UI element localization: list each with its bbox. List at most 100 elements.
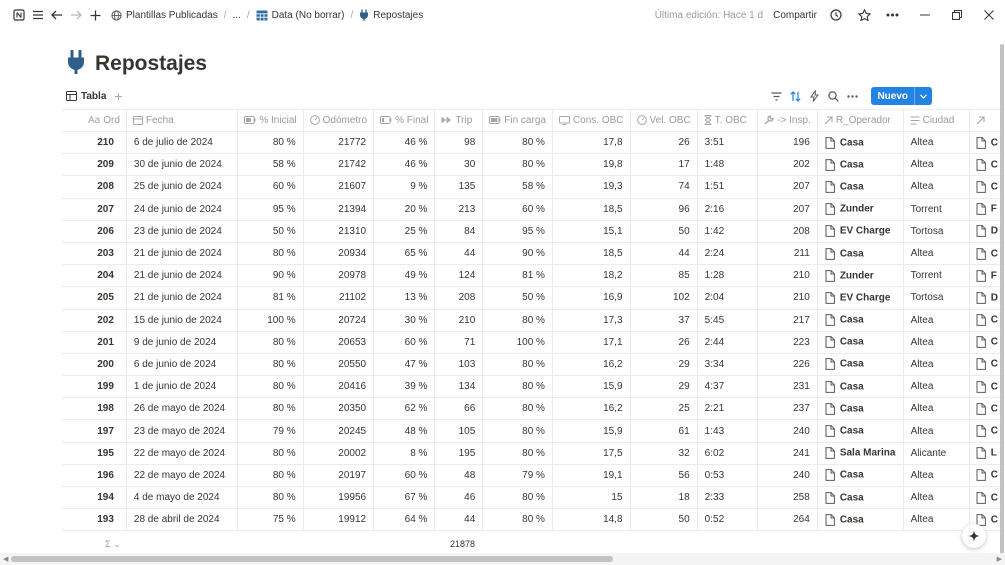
cell-ord[interactable]: 202 bbox=[62, 309, 127, 332]
relation-label[interactable]: D bbox=[991, 226, 998, 237]
odometro-sum[interactable]: 21878 bbox=[450, 539, 475, 549]
relation-label[interactable]: Casa bbox=[840, 426, 864, 437]
cell-ciudad[interactable]: Alicante bbox=[903, 442, 970, 465]
cell-r-operador[interactable]: Casa bbox=[817, 175, 904, 199]
cell-fecha[interactable]: 23 de junio de 2024 bbox=[126, 220, 239, 243]
cell-trip[interactable]: 46 bbox=[434, 486, 484, 510]
cell-cons-obc[interactable]: 19,1 bbox=[552, 464, 631, 488]
breadcrumb-item-data[interactable]: Data (No borrar) bbox=[272, 10, 345, 21]
cell-fin-carga[interactable]: 80 % bbox=[482, 419, 553, 443]
cell-insp[interactable]: 208 bbox=[757, 220, 818, 243]
new-button[interactable]: Nuevo bbox=[871, 87, 932, 105]
cell-ord[interactable]: 200 bbox=[62, 353, 127, 377]
cell-odometro[interactable]: 20653 bbox=[303, 331, 375, 354]
table-row[interactable]: 201 9 de junio de 2024 80 % 20653 60 % 71 100 … bbox=[62, 331, 1005, 354]
cell-vel-obc[interactable]: 26 bbox=[630, 331, 698, 354]
cell-ciudad[interactable]: Altea bbox=[903, 486, 970, 510]
relation-label[interactable]: C bbox=[991, 159, 998, 170]
cell-ciudad[interactable]: Altea bbox=[903, 464, 970, 488]
cell-final[interactable]: 30 % bbox=[373, 309, 436, 332]
cell-inicial[interactable]: 50 % bbox=[237, 220, 304, 243]
vertical-scrollbar-thumb[interactable] bbox=[1000, 44, 1004, 554]
cell-r-operador[interactable]: Casa bbox=[817, 331, 904, 354]
table-row[interactable]: 196 22 de mayo de 2024 80 % 20197 60 % 48 79 %… bbox=[62, 464, 1005, 488]
cell-trip[interactable]: 66 bbox=[434, 397, 484, 421]
relation-label[interactable]: C bbox=[991, 426, 998, 437]
cell-inicial[interactable]: 80 % bbox=[237, 331, 304, 354]
automation-bolt-icon[interactable] bbox=[805, 87, 824, 106]
cell-odometro[interactable]: 20934 bbox=[303, 242, 375, 266]
cell-insp[interactable]: 258 bbox=[757, 486, 818, 510]
cell-cons-obc[interactable]: 17,5 bbox=[552, 442, 631, 465]
plug-icon[interactable] bbox=[66, 49, 86, 77]
relation-label[interactable]: Zunder bbox=[840, 270, 874, 281]
filter-icon[interactable] bbox=[767, 87, 786, 106]
relation-label[interactable]: Sala Marina bbox=[840, 448, 896, 459]
cell-r-operador[interactable]: Casa bbox=[817, 153, 904, 177]
breadcrumb-item-ellipsis[interactable]: ... bbox=[233, 10, 241, 21]
cell-ord[interactable]: 199 bbox=[62, 375, 127, 399]
cell-fecha[interactable]: 23 de mayo de 2024 bbox=[126, 419, 239, 443]
relation-label[interactable]: Casa bbox=[840, 403, 864, 414]
cell-fin-carga[interactable]: 79 % bbox=[482, 464, 553, 488]
cell-r-operador[interactable]: Casa bbox=[817, 309, 904, 332]
cell-final[interactable]: 9 % bbox=[373, 175, 436, 199]
cell-final[interactable]: 46 % bbox=[373, 153, 436, 177]
cell-ciudad[interactable]: Altea bbox=[903, 353, 970, 377]
cell-ord[interactable]: 194 bbox=[62, 486, 127, 510]
cell-fin-carga[interactable]: 90 % bbox=[482, 242, 553, 266]
table-row[interactable]: 209 30 de junio de 2024 58 % 21742 46 % 30 80 … bbox=[62, 153, 1005, 177]
relation-label[interactable]: Casa bbox=[840, 137, 864, 148]
cell-final[interactable]: 60 % bbox=[373, 464, 436, 488]
cell-insp[interactable]: 207 bbox=[757, 198, 818, 221]
minimize-window-icon[interactable] bbox=[909, 0, 941, 30]
column-header-ciudad[interactable]: Ciudad bbox=[903, 109, 970, 132]
cell-fin-carga[interactable]: 60 % bbox=[482, 198, 553, 221]
cell-odometro[interactable]: 21742 bbox=[303, 153, 375, 177]
cell-fecha[interactable]: 6 de julio de 2024 bbox=[126, 131, 239, 155]
cell-fecha[interactable]: 1 de junio de 2024 bbox=[126, 375, 239, 399]
relation-label[interactable]: Casa bbox=[840, 514, 864, 525]
cell-t-obc[interactable]: 2:04 bbox=[697, 286, 759, 310]
cell-trip[interactable]: 84 bbox=[434, 220, 484, 243]
cell-r-operador[interactable]: Casa bbox=[817, 375, 904, 399]
cell-ciudad[interactable]: Altea bbox=[903, 309, 970, 332]
cell-fecha[interactable]: 26 de mayo de 2024 bbox=[126, 397, 239, 421]
cell-t-obc[interactable]: 2:24 bbox=[697, 242, 759, 266]
cell-vel-obc[interactable]: 56 bbox=[630, 464, 698, 488]
cell-t-obc[interactable]: 0:53 bbox=[697, 464, 759, 488]
cell-r-operador[interactable]: Casa bbox=[817, 397, 904, 421]
cell-t-obc[interactable]: 6:02 bbox=[697, 442, 759, 465]
cell-ord[interactable]: 196 bbox=[62, 464, 127, 488]
cell-vel-obc[interactable]: 74 bbox=[630, 175, 698, 199]
cell-insp[interactable]: 217 bbox=[757, 309, 818, 332]
cell-ciudad[interactable]: Altea bbox=[903, 331, 970, 354]
relation-label[interactable]: C bbox=[991, 492, 998, 503]
cell-vel-obc[interactable]: 18 bbox=[630, 486, 698, 510]
cell-r-operador[interactable]: Casa bbox=[817, 353, 904, 377]
cell-vel-obc[interactable]: 26 bbox=[630, 131, 698, 155]
tab-tabla[interactable]: Tabla bbox=[66, 91, 106, 102]
cell-ord[interactable]: 210 bbox=[62, 131, 127, 155]
relation-label[interactable]: EV Charge bbox=[840, 293, 891, 304]
notion-logo-icon[interactable] bbox=[10, 6, 28, 24]
cell-t-obc[interactable]: 2:33 bbox=[697, 486, 759, 510]
cell-inicial[interactable]: 80 % bbox=[237, 242, 304, 266]
cell-fin-carga[interactable]: 100 % bbox=[482, 331, 553, 354]
cell-trip[interactable]: 134 bbox=[434, 375, 484, 399]
relation-label[interactable]: Casa bbox=[840, 381, 864, 392]
cell-trip[interactable]: 135 bbox=[434, 175, 484, 199]
cell-trip[interactable]: 195 bbox=[434, 442, 484, 465]
cell-r-operador[interactable]: Casa bbox=[817, 131, 904, 155]
cell-r-operador[interactable]: Casa bbox=[817, 419, 904, 443]
relation-label[interactable]: C bbox=[991, 403, 998, 414]
cell-inicial[interactable]: 80 % bbox=[237, 442, 304, 465]
cell-ord[interactable]: 207 bbox=[62, 198, 127, 221]
cell-t-obc[interactable]: 1:51 bbox=[697, 175, 759, 199]
cell-odometro[interactable]: 21310 bbox=[303, 220, 375, 243]
cell-cons-obc[interactable]: 19,3 bbox=[552, 175, 631, 199]
cell-inicial[interactable]: 81 % bbox=[237, 286, 304, 310]
cell-inicial[interactable]: 75 % bbox=[237, 508, 304, 532]
cell-t-obc[interactable]: 2:21 bbox=[697, 397, 759, 421]
relation-label[interactable]: F bbox=[991, 270, 997, 281]
